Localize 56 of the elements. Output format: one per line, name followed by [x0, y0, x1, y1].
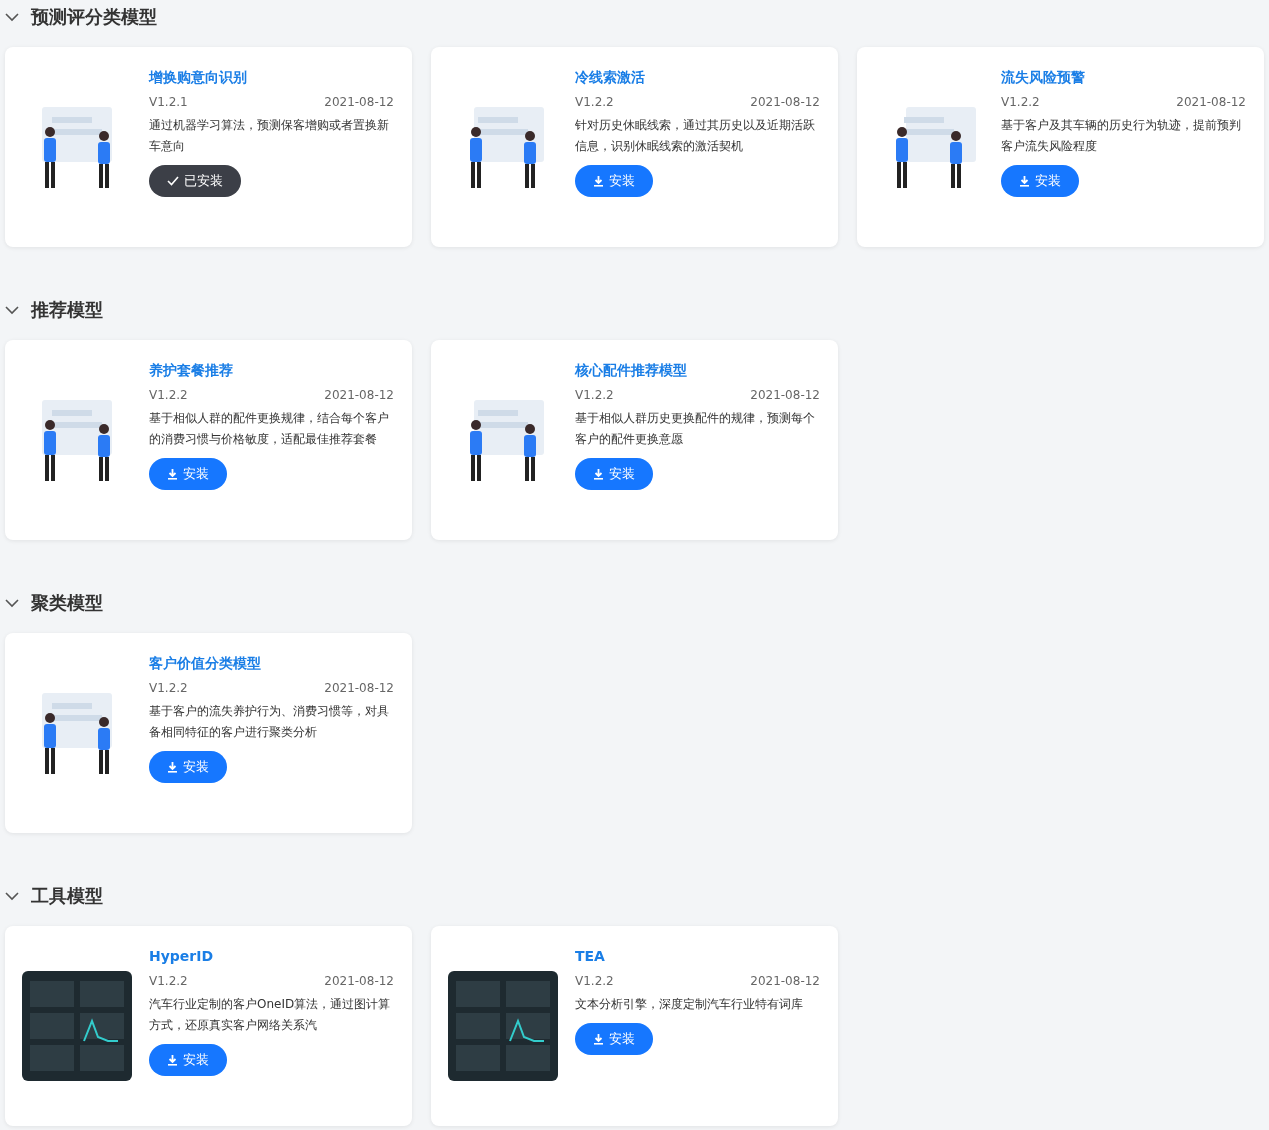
date-text: 2021-08-12: [324, 974, 394, 988]
check-icon: [167, 176, 179, 186]
chevron-icon[interactable]: [5, 12, 19, 22]
model-title[interactable]: 增换购意向识别: [149, 67, 394, 87]
install-button[interactable]: 安装: [1001, 165, 1079, 197]
install-button[interactable]: 安装: [575, 458, 653, 490]
install-button[interactable]: 安装: [149, 751, 227, 783]
download-icon: [167, 1054, 178, 1066]
chevron-icon[interactable]: [5, 598, 19, 608]
section-title: 工具模型: [31, 884, 103, 908]
version-text: V1.2.2: [575, 388, 614, 402]
model-title[interactable]: 客户价值分类模型: [149, 653, 394, 673]
date-text: 2021-08-12: [324, 388, 394, 402]
model-description: 通过机器学习算法，预测保客增购或者置换新车意向: [149, 117, 390, 155]
model-description: 汽车行业定制的客户OneID算法，通过图计算方式，还原真实客户网络关系汽: [149, 996, 392, 1034]
install-button[interactable]: 安装: [575, 1023, 653, 1055]
download-icon: [167, 761, 178, 773]
version-text: V1.2.2: [149, 388, 188, 402]
download-icon: [1019, 175, 1030, 187]
date-text: 2021-08-12: [750, 974, 820, 988]
version-text: V1.2.2: [575, 95, 614, 109]
chevron-icon[interactable]: [5, 891, 19, 901]
date-text: 2021-08-12: [324, 681, 394, 695]
download-icon: [593, 1033, 604, 1045]
model-description: 针对历史休眠线索，通过其历史以及近期活跃信息，识别休眠线索的激活契机: [575, 117, 816, 155]
chevron-icon[interactable]: [5, 305, 19, 315]
date-text: 2021-08-12: [750, 95, 820, 109]
model-title[interactable]: HyperID: [149, 946, 394, 966]
install-button[interactable]: 安装: [149, 1044, 227, 1076]
download-icon: [593, 175, 604, 187]
version-text: V1.2.2: [575, 974, 614, 988]
model-title[interactable]: 核心配件推荐模型: [575, 360, 820, 380]
section-title: 聚类模型: [31, 591, 103, 615]
install-button[interactable]: 安装: [149, 458, 227, 490]
model-title[interactable]: 养护套餐推荐: [149, 360, 394, 380]
model-description: 基于客户及其车辆的历史行为轨迹，提前预判客户流失风险程度: [1001, 117, 1242, 155]
section-title: 预测评分类模型: [31, 5, 157, 29]
date-text: 2021-08-12: [1176, 95, 1246, 109]
download-icon: [593, 468, 604, 480]
date-text: 2021-08-12: [324, 95, 394, 109]
date-text: 2021-08-12: [750, 388, 820, 402]
download-icon: [167, 468, 178, 480]
model-description: 基于相似人群的配件更换规律，结合每个客户的消费习惯与价格敏度，适配最佳推荐套餐: [149, 410, 390, 448]
version-text: V1.2.2: [1001, 95, 1040, 109]
version-text: V1.2.2: [149, 974, 188, 988]
model-description: 基于相似人群历史更换配件的规律，预测每个客户的配件更换意愿: [575, 410, 816, 448]
model-title[interactable]: TEA: [575, 946, 820, 966]
section-title: 推荐模型: [31, 298, 103, 322]
model-title[interactable]: 冷线索激活: [575, 67, 820, 87]
model-title[interactable]: 流失风险预警: [1001, 67, 1246, 87]
model-description: 基于客户的流失养护行为、消费习惯等，对具备相同特征的客户进行聚类分析: [149, 703, 390, 741]
installed-button[interactable]: 已安装: [149, 165, 241, 197]
install-button[interactable]: 安装: [575, 165, 653, 197]
version-text: V1.2.1: [149, 95, 188, 109]
model-description: 文本分析引擎，深度定制汽车行业特有词库: [575, 996, 804, 1013]
version-text: V1.2.2: [149, 681, 188, 695]
